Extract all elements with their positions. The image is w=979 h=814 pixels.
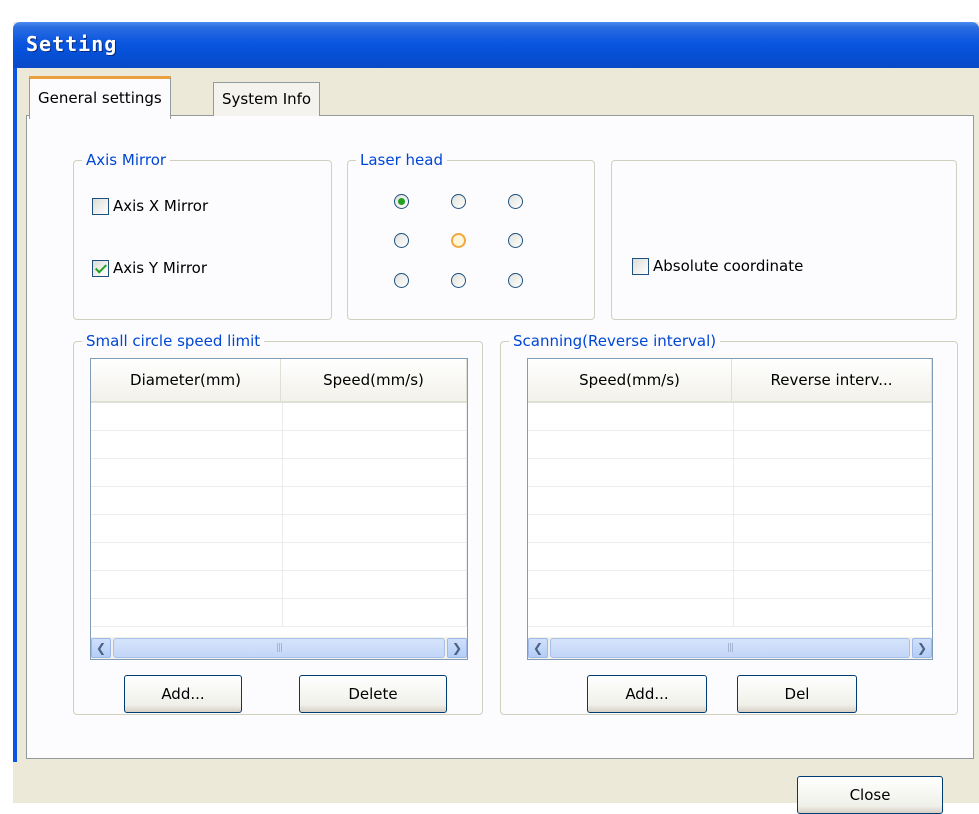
list-row	[91, 431, 467, 459]
scanning-add-button[interactable]: Add...	[587, 675, 707, 713]
window-frame-left	[13, 68, 17, 803]
laser-head-radio-bottom-left[interactable]	[394, 273, 409, 288]
grip-icon: |||	[726, 643, 734, 653]
tab-general-settings[interactable]: General settings	[29, 76, 171, 119]
laser-head-radio-top-right[interactable]	[508, 194, 523, 209]
scanning-del-button[interactable]: Del	[737, 675, 857, 713]
chevron-right-icon[interactable]: ❯	[447, 638, 467, 658]
scan-speed-column-header[interactable]: Speed(mm/s)	[528, 359, 732, 401]
title-bar[interactable]: Setting	[13, 22, 979, 68]
scroll-thumb[interactable]: |||	[113, 638, 445, 658]
general-settings-panel: Axis Mirror Axis X Mirror Axis Y Mirror …	[26, 115, 974, 759]
scanning-title: Scanning(Reverse interval)	[509, 331, 721, 351]
axis-mirror-title: Axis Mirror	[82, 150, 171, 170]
axis-mirror-group: Axis Mirror Axis X Mirror Axis Y Mirror	[73, 150, 332, 320]
laser-head-title: Laser head	[356, 150, 447, 170]
laser-head-radio-middle-right[interactable]	[508, 233, 523, 248]
list-row	[528, 571, 932, 599]
list-row	[91, 515, 467, 543]
list-row	[91, 599, 467, 627]
scroll-thumb[interactable]: |||	[550, 638, 910, 658]
speed-column-header[interactable]: Speed(mm/s)	[281, 359, 467, 401]
list-row	[91, 543, 467, 571]
chevron-left-icon[interactable]: ❮	[91, 638, 111, 658]
axis-y-mirror-checkbox[interactable]: Axis Y Mirror	[92, 259, 207, 277]
laser-head-group: Laser head	[347, 150, 595, 320]
axis-y-mirror-box[interactable]	[92, 259, 109, 277]
list-row	[91, 487, 467, 515]
small-circle-group: Small circle speed limit Diameter(mm) Sp…	[73, 331, 483, 715]
scanning-hscrollbar[interactable]: ❮ ||| ❯	[528, 637, 932, 659]
laser-head-radio-center[interactable]	[451, 233, 466, 248]
axis-x-mirror-box[interactable]	[92, 197, 109, 215]
axis-x-mirror-checkbox[interactable]: Axis X Mirror	[92, 197, 208, 215]
list-row	[528, 599, 932, 627]
grip-icon: |||	[275, 643, 283, 653]
list-row	[528, 431, 932, 459]
scanning-list[interactable]: Speed(mm/s) Reverse interv... ❮ ||| ❯	[527, 358, 933, 660]
list-row	[528, 487, 932, 515]
small-circle-delete-button[interactable]: Delete	[299, 675, 447, 713]
list-row	[91, 571, 467, 599]
coordinate-group: Absolute coordinate	[611, 160, 957, 320]
list-row	[91, 459, 467, 487]
small-circle-list[interactable]: Diameter(mm) Speed(mm/s) ❮ ||| ❯	[90, 358, 468, 660]
list-row	[528, 459, 932, 487]
small-circle-rows	[91, 403, 467, 627]
list-row	[528, 543, 932, 571]
list-row	[528, 403, 932, 431]
absolute-coordinate-checkbox[interactable]: Absolute coordinate	[632, 257, 803, 275]
diameter-column-header[interactable]: Diameter(mm)	[91, 359, 281, 401]
absolute-coordinate-box[interactable]	[632, 257, 649, 275]
laser-head-radio-middle-left[interactable]	[394, 233, 409, 248]
chevron-left-icon[interactable]: ❮	[528, 638, 548, 658]
laser-head-radio-top-left[interactable]	[394, 194, 409, 209]
list-row	[91, 403, 467, 431]
small-circle-hscrollbar[interactable]: ❮ ||| ❯	[91, 637, 467, 659]
scanning-rows	[528, 403, 932, 627]
tab-system-info[interactable]: System Info	[213, 82, 321, 116]
absolute-coordinate-label: Absolute coordinate	[653, 257, 804, 275]
axis-x-mirror-label: Axis X Mirror	[113, 197, 209, 215]
reverse-interval-column-header[interactable]: Reverse interv...	[732, 359, 932, 401]
window-title: Setting	[26, 32, 118, 56]
small-circle-add-button[interactable]: Add...	[124, 675, 242, 713]
scanning-list-header: Speed(mm/s) Reverse interv...	[528, 359, 932, 403]
chevron-right-icon[interactable]: ❯	[912, 638, 932, 658]
small-circle-title: Small circle speed limit	[82, 331, 265, 351]
dialog-footer: Close	[13, 762, 979, 814]
laser-head-radio-bottom-center[interactable]	[451, 273, 466, 288]
axis-y-mirror-label: Axis Y Mirror	[113, 259, 208, 277]
small-circle-list-header: Diameter(mm) Speed(mm/s)	[91, 359, 467, 403]
laser-head-radio-top-center[interactable]	[451, 194, 466, 209]
close-button[interactable]: Close	[797, 776, 943, 814]
settings-window: Setting General settings System Info Axi…	[13, 22, 979, 814]
list-row	[528, 515, 932, 543]
laser-head-radio-bottom-right[interactable]	[508, 273, 523, 288]
scanning-group: Scanning(Reverse interval) Speed(mm/s) R…	[500, 331, 958, 715]
